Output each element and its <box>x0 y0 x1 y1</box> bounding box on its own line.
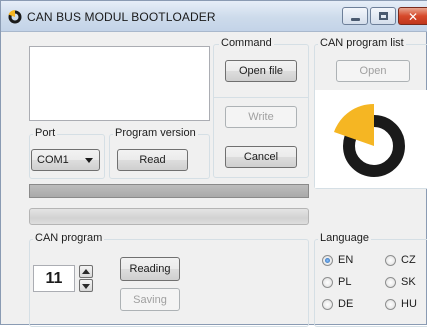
log-textarea[interactable] <box>29 46 210 121</box>
decrement-button[interactable] <box>79 279 93 292</box>
radio-button[interactable] <box>385 298 396 310</box>
radio-button[interactable] <box>385 254 396 266</box>
radio-button[interactable] <box>385 276 396 288</box>
cancel-button[interactable]: Cancel <box>225 146 297 168</box>
open-file-button[interactable]: Open file <box>225 60 297 82</box>
close-icon: ✕ <box>408 10 419 24</box>
can-program-number-input[interactable]: 11 <box>33 265 75 292</box>
can-program-label: CAN program <box>33 232 105 244</box>
radio-button[interactable] <box>322 254 333 266</box>
open-button[interactable]: Open <box>336 60 410 82</box>
language-option-en[interactable]: EN <box>322 254 353 266</box>
minimize-icon <box>351 18 360 21</box>
title-bar[interactable]: CAN BUS MODUL BOOTLOADER ✕ <box>1 1 427 32</box>
app-logo-icon <box>8 10 22 24</box>
language-label: Language <box>318 232 371 244</box>
port-select[interactable]: COM1 <box>31 149 100 171</box>
command-divider <box>213 97 309 98</box>
language-option-hu[interactable]: HU <box>385 298 417 310</box>
language-option-label: DE <box>338 298 354 310</box>
language-option-label: HU <box>401 298 417 310</box>
program-version-group-label: Program version <box>113 127 198 139</box>
write-button[interactable]: Write <box>225 106 297 128</box>
app-window: CAN BUS MODUL BOOTLOADER ✕ Command Open … <box>0 0 427 327</box>
language-option-cz[interactable]: CZ <box>385 254 416 266</box>
bootloader-logo-icon <box>334 103 405 177</box>
radio-button[interactable] <box>322 298 333 310</box>
language-option-pl[interactable]: PL <box>322 276 351 288</box>
language-option-label: EN <box>338 254 354 266</box>
close-button[interactable]: ✕ <box>398 7 427 25</box>
language-option-sk[interactable]: SK <box>385 276 416 288</box>
read-button[interactable]: Read <box>117 149 188 171</box>
port-group-label: Port <box>33 127 58 139</box>
increment-button[interactable] <box>79 265 93 278</box>
language-option-label: CZ <box>401 254 416 266</box>
language-option-label: SK <box>401 276 416 288</box>
saving-button[interactable]: Saving <box>120 288 180 311</box>
progress-bar-2 <box>29 208 309 225</box>
language-option-de[interactable]: DE <box>322 298 353 310</box>
reading-button[interactable]: Reading <box>120 257 180 281</box>
arrow-up-icon <box>82 269 90 274</box>
window-title: CAN BUS MODUL BOOTLOADER <box>27 10 216 24</box>
progress-bar-1 <box>29 184 309 198</box>
language-option-label: PL <box>338 276 352 288</box>
arrow-down-icon <box>82 284 90 289</box>
maximize-icon <box>379 12 388 20</box>
maximize-button[interactable] <box>370 7 396 25</box>
can-program-list-label: CAN program list <box>318 37 406 49</box>
command-group-label: Command <box>219 37 274 49</box>
port-select-value: COM1 <box>37 154 69 166</box>
radio-button[interactable] <box>322 276 333 288</box>
chevron-down-icon <box>85 158 93 163</box>
minimize-button[interactable] <box>342 7 368 25</box>
